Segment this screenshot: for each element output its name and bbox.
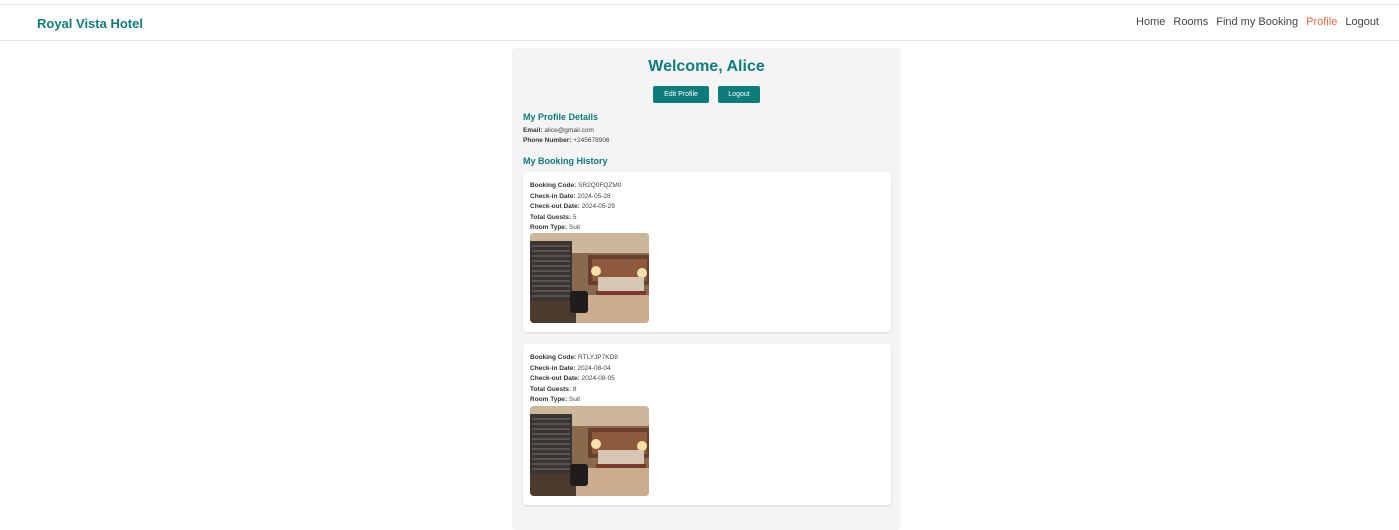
checkout-label: Check-out Date: xyxy=(530,375,580,382)
booking-details: Booking Code: SR2Q0FQZM0 Check-in Date: … xyxy=(530,181,621,234)
room-type-value: Suit xyxy=(568,396,581,403)
brand-logo[interactable]: Royal Vista Hotel xyxy=(37,16,143,31)
checkout-label: Check-out Date: xyxy=(530,203,580,210)
checkin-value: 2024-05-28 xyxy=(577,192,611,200)
profile-actions: Edit Profile Logout xyxy=(512,86,901,103)
checkin-label: Check-in Date: xyxy=(530,364,576,372)
email-value: alice@gmail.com xyxy=(544,127,594,134)
room-type-value: Suit xyxy=(568,224,581,231)
guests-value: 8 xyxy=(572,385,577,393)
booking-code-value: RTLYJP7KD8 xyxy=(578,354,618,361)
email-detail: Email: alice@gmail.com xyxy=(523,127,594,134)
nav-profile[interactable]: Profile xyxy=(1306,16,1337,28)
room-image xyxy=(530,233,649,323)
profile-details-title: My Profile Details xyxy=(523,112,599,122)
top-navbar: Royal Vista Hotel Home Rooms Find my Boo… xyxy=(0,4,1399,41)
nav-rooms[interactable]: Rooms xyxy=(1173,16,1208,28)
room-type-label: Room Type: xyxy=(530,224,568,231)
checkin-value: 2024-08-04 xyxy=(577,364,611,372)
room-photo-illustration xyxy=(530,406,649,496)
phone-detail: Phone Number: +245678906 xyxy=(523,137,610,144)
edit-profile-button[interactable]: Edit Profile xyxy=(653,86,709,103)
booking-card: Booking Code: SR2Q0FQZM0 Check-in Date: … xyxy=(523,172,891,332)
guests-label: Total Guests: xyxy=(530,385,572,393)
nav-home[interactable]: Home xyxy=(1136,16,1165,28)
email-label: Email: xyxy=(523,127,543,134)
logout-button[interactable]: Logout xyxy=(718,86,760,103)
room-photo-illustration xyxy=(530,233,649,323)
nav-menu: Home Rooms Find my Booking Profile Logou… xyxy=(1136,16,1379,28)
phone-value: +245678906 xyxy=(573,137,610,144)
booking-card: Booking Code: RTLYJP7KD8 Check-in Date: … xyxy=(523,344,891,505)
phone-label: Phone Number: xyxy=(523,137,572,144)
booking-details: Booking Code: RTLYJP7KD8 Check-in Date: … xyxy=(530,353,618,406)
booking-code-label: Booking Code: xyxy=(530,182,577,189)
nav-logout[interactable]: Logout xyxy=(1345,16,1379,28)
checkout-value: 2024-08-05 xyxy=(581,375,615,382)
guests-value: 5 xyxy=(572,213,577,221)
room-image xyxy=(530,406,649,496)
guests-label: Total Guests: xyxy=(530,213,572,221)
checkin-label: Check-in Date: xyxy=(530,192,576,200)
nav-find-booking[interactable]: Find my Booking xyxy=(1216,16,1298,28)
welcome-heading: Welcome, Alice xyxy=(648,58,765,75)
booking-code-label: Booking Code: xyxy=(530,354,577,361)
room-type-label: Room Type: xyxy=(530,396,568,403)
booking-code-value: SR2Q0FQZM0 xyxy=(578,182,622,189)
profile-panel: Welcome, Alice Edit Profile Logout My Pr… xyxy=(512,48,901,530)
booking-history-title: My Booking History xyxy=(523,156,608,166)
checkout-value: 2024-05-29 xyxy=(581,203,615,210)
